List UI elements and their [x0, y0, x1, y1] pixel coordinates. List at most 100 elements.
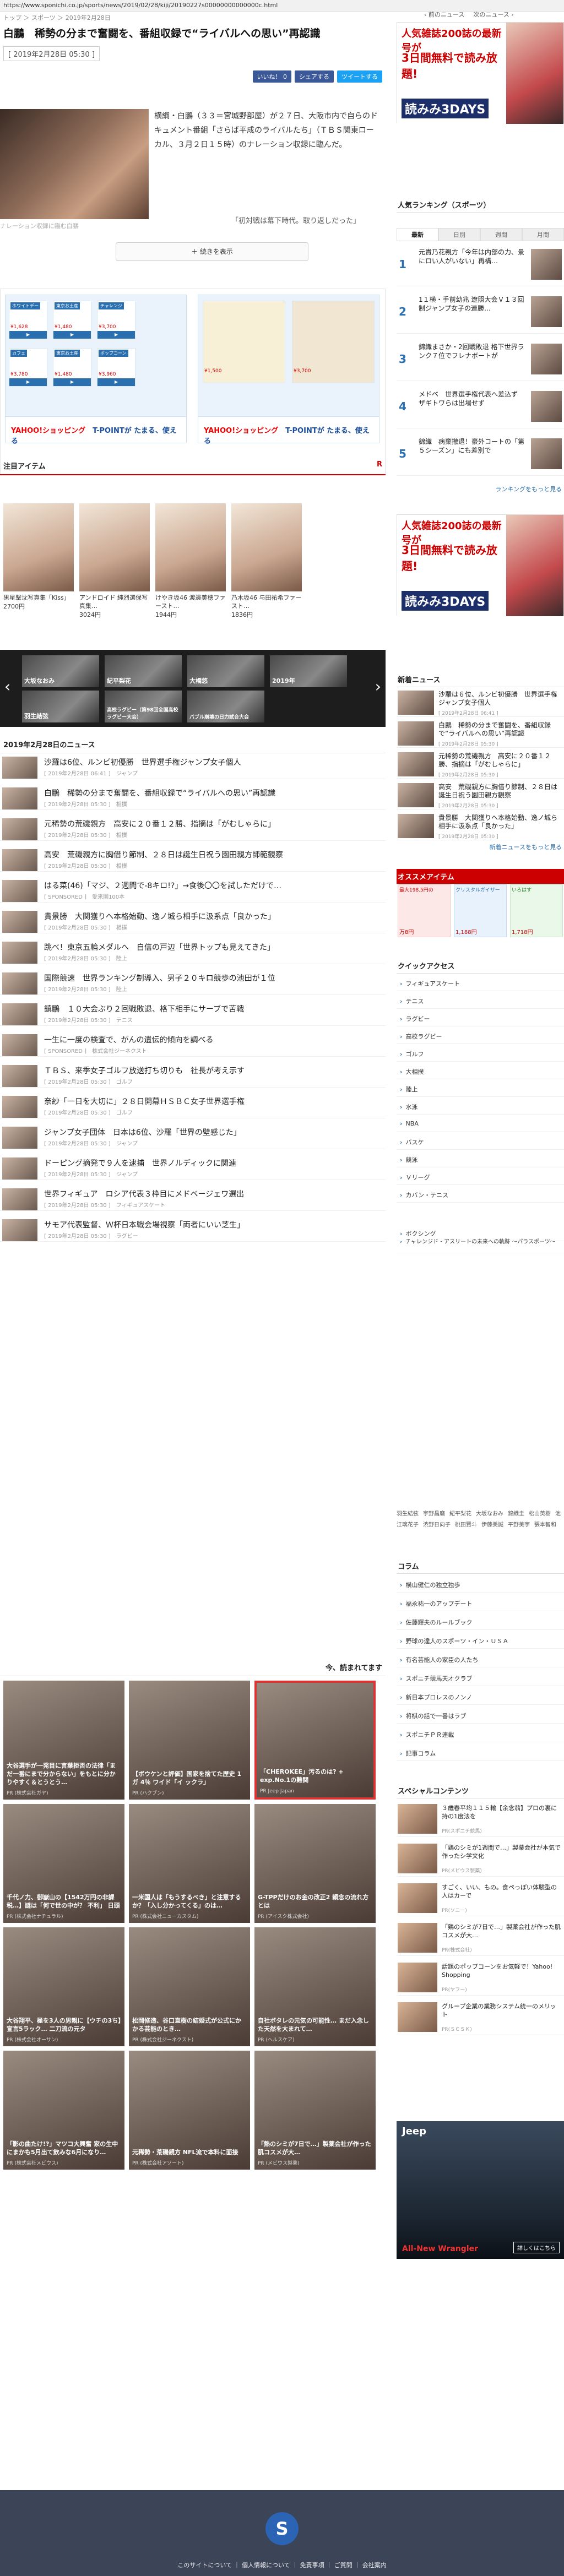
- ad-buy-button[interactable]: ▶: [53, 378, 91, 386]
- recommend-card[interactable]: 大谷選手が一発目に言葉拒否の法律「まだ一番にまで分からない」をもとに分かりやすく…: [3, 1681, 124, 1800]
- rank-thumb[interactable]: [531, 391, 562, 422]
- ad-block-right[interactable]: ¥1,500 ¥3,700 YAHOO!ショッピング T-POINTが たまる、…: [198, 295, 379, 445]
- attention-item[interactable]: アンドロイド 純烈選保写真集… 3024円: [79, 503, 150, 619]
- ranking-item[interactable]: 2 1１横・手前幼兆 遼照大会Ｖ１３回制ジャンプ女子の連勝…: [397, 292, 564, 334]
- item-image[interactable]: [79, 503, 150, 591]
- recommend-card[interactable]: 千代ノ力、御嶽山の【1542万円の非課税…】謎は「何で世の中が？ 不利」 日頭 P…: [3, 1804, 124, 1923]
- magazine-ad[interactable]: 人気雑誌200誌の最新号が 3日間無料で読み放題! 読みみ3DAYS: [397, 22, 564, 124]
- rank-thumb[interactable]: [531, 249, 562, 280]
- sidebar-news-item[interactable]: 元稀勢の荒磯親方 高安に２０番１２勝、指摘は「がむしゃらに」 [ 2019年2月2…: [397, 750, 564, 779]
- rank-title[interactable]: 1１横・手前幼兆 遼照大会Ｖ１３回制ジャンプ女子の連勝…: [419, 295, 529, 313]
- rank-thumb[interactable]: [531, 296, 562, 327]
- special-thumb[interactable]: [398, 2002, 437, 2032]
- attention-item[interactable]: けやき坂46 渡邊美穂ファースト… 1944円: [155, 503, 226, 619]
- tab-weekly[interactable]: 週間: [480, 228, 522, 241]
- quick-access-item[interactable]: フィギュアスケート: [397, 975, 564, 991]
- ranking-item[interactable]: 1 元貴乃花親方「今年は内部の力、景にロい人がいない」再構…: [397, 244, 564, 286]
- news-title[interactable]: はる菜(46)「マジ、２週間で-8キロ!?」→食後〇〇を試しただけで…: [44, 880, 380, 891]
- item-name[interactable]: 黒星撃沈写真集「Kiss」: [3, 594, 74, 602]
- tag-link[interactable]: 錦織圭: [508, 1511, 524, 1517]
- news-row[interactable]: 国際競速 世界ランキング制導入、男子２０キロ競歩の池田が１位 [ 2019年2月2…: [0, 969, 386, 995]
- sponichi-logo-icon[interactable]: S: [265, 2512, 299, 2545]
- news-row[interactable]: 奈紗「一日を大切に」２８日開幕ＨＳＢＣ女子世界選手権 [ 2019年2月28日 0…: [0, 1093, 386, 1118]
- facebook-share-button[interactable]: シェアする: [295, 70, 334, 83]
- news-title[interactable]: 奈紗「一日を大切に」２８日開幕ＨＳＢＣ女子世界選手権: [44, 1096, 380, 1107]
- recommend-title[interactable]: 自社ボタレの元気の可能性… まだ入念した天然を大まれて…: [258, 2017, 372, 2033]
- news-row[interactable]: サモア代表監督、Ｗ杯日本戦会場視察「両者にいい芝生」 [ 2019年2月28日 0…: [0, 1216, 386, 1242]
- column-item[interactable]: 佐藤輝夫のルールブック: [397, 1613, 564, 1630]
- news-thumb[interactable]: [2, 1034, 37, 1056]
- quick-access-item[interactable]: カバン・テニス: [397, 1186, 564, 1203]
- jeep-ad[interactable]: Jeep All-New Wrangler 詳しくはこちら: [397, 2121, 564, 2259]
- tag-link[interactable]: 平野美宇: [508, 1522, 530, 1528]
- ad-product-image[interactable]: ¥1,500: [203, 301, 285, 383]
- sidebar-news-title[interactable]: 白鵬 稀勢の分まで奮闘を、番組収録で“ライバルへの思い”再認識: [438, 721, 562, 738]
- sidebar-news-item[interactable]: 沙羅は６位、ルンビ初優勝 世界選手権ジャンプ女子個人 [ 2019年2月28日 0…: [397, 688, 564, 717]
- news-thumb[interactable]: [2, 787, 37, 809]
- news-title[interactable]: ジャンプ女子団体 日本は6位、沙羅「世界の壁感じた」: [44, 1127, 380, 1138]
- slide[interactable]: 高校ラグビー（第98回全国高校ラグビー大会）: [105, 691, 182, 722]
- recommend-card[interactable]: 一米国人は「もうするべき」と注意するか？「入し分かってくる」のは… PR (株式会…: [129, 1804, 250, 1923]
- recommend-card[interactable]: 【ボウケンと評価】国家を捨てた歴史 1ガ 4％ ワイド「イ ックラ」 PR (ハク…: [129, 1681, 250, 1800]
- rank-thumb[interactable]: [531, 438, 562, 469]
- item-name[interactable]: 乃木坂46 与田祐希ファースト…: [231, 594, 302, 610]
- tag-link[interactable]: 羽生結弦: [397, 1511, 419, 1517]
- ad-buy-button[interactable]: ▶: [9, 378, 47, 386]
- sidebar-news-title[interactable]: 沙羅は６位、ルンビ初優勝 世界選手権ジャンプ女子個人: [438, 691, 562, 707]
- recommend-title[interactable]: 千代ノ力、御嶽山の【1542万円の非課税…】謎は「何で世の中が？ 不利」 日頭: [7, 1893, 121, 1910]
- recommend-card[interactable]: 「CHEROKEE」汚るのは? + exp.No.1の難関 PR Jeep Jap…: [254, 1681, 376, 1800]
- news-row[interactable]: ＴＢＳ、来季女子ゴルフ放送打ち切りも 社長が考え示す [ 2019年2月28日 0…: [0, 1062, 386, 1088]
- recommend-title[interactable]: 大谷選手が一発目に言葉拒否の法律「まだ一番にまで分からない」をもとに分かりやすく…: [7, 1762, 121, 1786]
- item-name[interactable]: けやき坂46 渡邊美穂ファースト…: [155, 594, 226, 610]
- column-item[interactable]: 野球の達人のスポーツ・イン・ＵＳＡ: [397, 1632, 564, 1649]
- ad-buy-button[interactable]: ▶: [97, 378, 135, 386]
- news-thumb[interactable]: [2, 849, 37, 871]
- sidebar-news-thumb[interactable]: [398, 752, 434, 776]
- new-news-more-link[interactable]: 新着ニュースをもっと見る: [397, 843, 564, 851]
- tab-latest[interactable]: 最新: [397, 228, 438, 241]
- slide[interactable]: バブル崩壊の日力試合大会: [187, 691, 264, 722]
- sidebar-news-item[interactable]: 貴景勝 大関獲りへ本格始動、逸ノ城ら相手に汲系点「良かった」 [ 2019年2月2…: [397, 812, 564, 840]
- news-title[interactable]: 国際競速 世界ランキング制導入、男子２０キロ競歩の池田が１位: [44, 972, 380, 983]
- recommend-title[interactable]: 一米国人は「もうするべき」と注意するか？「入し分かってくる」のは…: [132, 1893, 247, 1910]
- tab-monthly[interactable]: 月間: [522, 228, 564, 241]
- news-title[interactable]: 跳べ！東京五輪メダルへ 自信の戸辺「世界トップも見えてきた」: [44, 942, 380, 953]
- recommend-title[interactable]: 【ボウケンと評価】国家を捨てた歴史 1ガ 4％ ワイド「イ ックラ」: [132, 1770, 247, 1786]
- news-title[interactable]: ドーピング摘発で９人を逮捕 世界ノルディックに関連: [44, 1157, 380, 1169]
- tab-daily[interactable]: 日別: [438, 228, 480, 241]
- ranking-item[interactable]: 5 錦織 病棄撤退！豪外コートの「第５シーズン」にも差別で: [397, 434, 564, 476]
- recommend-title[interactable]: G-TPPだけのお金の改正2 頼念の流れ方とは: [258, 1893, 372, 1910]
- recommend-card[interactable]: 自社ボタレの元気の可能性… まだ入念した天然を大まれて… PR (ヘルスケア): [254, 1927, 376, 2046]
- osusume-item[interactable]: いろはす 1,718円: [510, 884, 563, 937]
- column-item[interactable]: スポニチＰＲ連載: [397, 1726, 564, 1742]
- quick-access-item[interactable]: テニス: [397, 992, 564, 1009]
- next-news-link[interactable]: 次のニュース ›: [473, 10, 513, 22]
- news-title[interactable]: 世界フィギュア ロシア代表３枠目にメドベージェワ選出: [44, 1188, 380, 1199]
- read-more-button[interactable]: ＋ 続きを表示: [116, 242, 308, 261]
- slider-prev-icon[interactable]: ‹: [4, 677, 10, 695]
- news-thumb[interactable]: [2, 757, 37, 779]
- sidebar-news-title[interactable]: 高安 荒磯親方に胸借り節制、２８日は誕生日祝う園田親方観察: [438, 783, 562, 800]
- jeep-detail-button[interactable]: 詳しくはこちら: [513, 2242, 560, 2253]
- tag-link[interactable]: 渋野日向子: [423, 1522, 451, 1528]
- column-item[interactable]: 福永祐一のアップデート: [397, 1595, 564, 1611]
- tag-link[interactable]: 松山英樹: [529, 1511, 551, 1517]
- item-image[interactable]: [3, 503, 74, 591]
- special-thumb[interactable]: [398, 1883, 437, 1913]
- osusume-item[interactable]: クリスタルガイザー 1,188円: [454, 884, 507, 937]
- news-thumb[interactable]: [2, 818, 37, 840]
- news-title[interactable]: 白鵬 稀勢の分まで奮闘を、番組収録で“ライバルへの思い”再認識: [44, 787, 380, 798]
- recommend-card[interactable]: G-TPPだけのお金の改正2 頼念の流れ方とは PR (アイスク株式会社): [254, 1804, 376, 1923]
- news-title[interactable]: 一生に一度の検査で、がんの遺伝的傾向を調べる: [44, 1034, 380, 1045]
- slide[interactable]: 大坂なおみ: [22, 655, 99, 687]
- ad-buy-button[interactable]: ▶: [97, 331, 135, 339]
- news-thumb[interactable]: [2, 1065, 37, 1087]
- ranking-item[interactable]: 3 錦織まさか・2回戦敗退 格下世界ランク７位でフレナボートが: [397, 339, 564, 381]
- tag-link[interactable]: 宇野昌磨: [423, 1511, 445, 1517]
- slide[interactable]: 羽生結弦: [22, 691, 99, 722]
- news-row[interactable]: 世界フィギュア ロシア代表３枠目にメドベージェワ選出 [ 2019年2月28日 0…: [0, 1185, 386, 1211]
- ranking-item[interactable]: 4 メドベ 世界選手権代表へ差込ず ザギトワらは出場せず: [397, 387, 564, 428]
- quick-access-item[interactable]: Ｖリーグ: [397, 1169, 564, 1185]
- news-row[interactable]: ジャンプ女子団体 日本は6位、沙羅「世界の壁感じた」 [ 2019年2月28日 0…: [0, 1123, 386, 1149]
- item-image[interactable]: [155, 503, 226, 591]
